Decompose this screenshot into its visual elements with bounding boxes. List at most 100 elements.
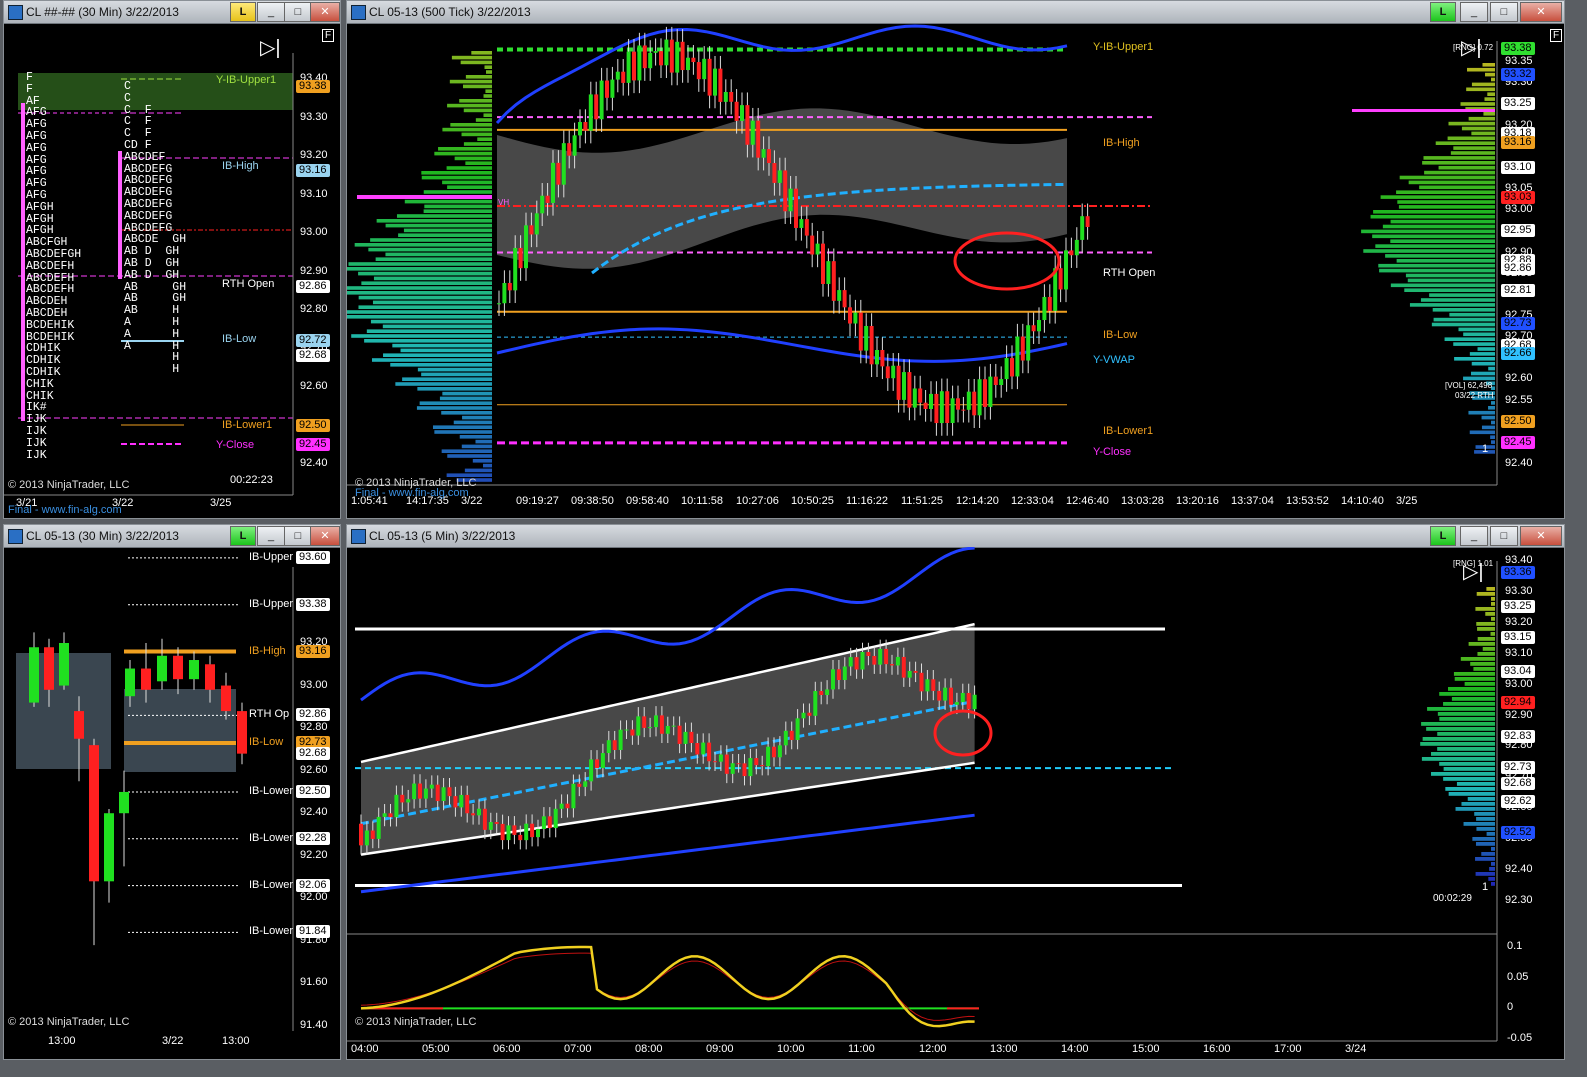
five-min-chart-panel[interactable]: [RNG] 1.01 ▷| 1 00:02:29 93.40 93.30 93.20… — [347, 547, 1564, 1059]
candle-body — [447, 787, 452, 797]
volume-profile-bar — [1373, 210, 1495, 214]
volume-profile-bar — [1491, 847, 1495, 851]
candle-body — [583, 781, 588, 787]
candle-body — [157, 655, 167, 682]
f-badge[interactable]: F — [1550, 29, 1563, 42]
play-to-end-icon[interactable]: ▷| — [260, 35, 281, 60]
label-y-close: Y-Close — [1093, 446, 1132, 458]
titlebar[interactable]: CL 05-13 (5 Min) 3/22/2013 L _ □ ✕ — [347, 525, 1564, 548]
candle-body — [783, 730, 788, 746]
candle-body — [723, 91, 728, 102]
candle-body — [502, 283, 507, 304]
price-flag: 92.73 — [1501, 317, 1535, 331]
minimize-button[interactable]: _ — [1460, 2, 1488, 22]
window-title: CL 05-13 (5 Min) 3/22/2013 — [369, 529, 516, 543]
candle-body — [966, 391, 971, 410]
titlebar[interactable]: CL 05-13 (30 Min) 3/22/2013 L _ □ ✕ — [4, 525, 340, 548]
close-button[interactable]: ✕ — [310, 526, 340, 546]
candle-body — [931, 679, 936, 691]
candle-body — [388, 813, 393, 818]
maximize-button[interactable]: □ — [1490, 526, 1518, 546]
minimize-button[interactable]: _ — [1460, 526, 1488, 546]
price-flag: 93.16 — [1501, 135, 1535, 149]
minimize-button[interactable]: _ — [257, 526, 285, 546]
play-to-end-icon[interactable]: ▷| — [1461, 35, 1482, 60]
maximize-button[interactable]: □ — [284, 526, 312, 546]
volume-profile-bar — [1491, 862, 1495, 866]
volume-profile-bar — [372, 300, 492, 305]
window-30min[interactable]: CL 05-13 (30 Min) 3/22/2013 L _ □ ✕ IB-U… — [3, 524, 341, 1060]
titlebar[interactable]: CL 05-13 (500 Tick) 3/22/2013 L _ □ ✕ — [347, 1, 1564, 24]
candle-body — [999, 379, 1004, 386]
volume-profile-bar — [1397, 200, 1495, 204]
time-axis-label: 09:00 — [706, 1043, 734, 1055]
maximize-button[interactable]: □ — [284, 2, 312, 22]
candle-body — [1042, 296, 1047, 321]
window-500tick[interactable]: CL 05-13 (500 Tick) 3/22/2013 L _ □ ✕ Y-… — [346, 0, 1565, 519]
candle-body — [551, 162, 555, 203]
price-flag: 92.83 — [1501, 730, 1535, 744]
titlebar[interactable]: CL ##-## (30 Min) 3/22/2013 L _ □ ✕ — [4, 1, 340, 24]
window-5min[interactable]: CL 05-13 (5 Min) 3/22/2013 L _ □ ✕ [RNG]… — [346, 524, 1565, 1060]
label-y-close: Y-Close — [216, 439, 255, 451]
candle-body — [615, 71, 620, 80]
volume-profile-bar — [434, 151, 492, 156]
candle-body — [173, 655, 183, 680]
branding-link[interactable]: Final - www.fin-alg.com — [8, 504, 122, 516]
branding-link[interactable]: Final - www.fin-alg.com — [355, 487, 469, 499]
time-axis-label: 08:00 — [635, 1043, 663, 1055]
ib-range-box — [124, 689, 236, 772]
play-to-end-icon[interactable]: ▷| — [1463, 559, 1484, 584]
candle-body — [659, 51, 663, 66]
axis-tick-label: 92.60 — [300, 763, 328, 776]
volume-profile-bar — [398, 233, 492, 237]
maximize-button[interactable]: □ — [1490, 2, 1518, 22]
volume-profile-bar — [459, 99, 492, 103]
close-button[interactable]: ✕ — [310, 2, 340, 22]
f-badge[interactable]: F — [322, 29, 335, 42]
volume-profile-bar — [461, 444, 492, 449]
candle-body — [221, 685, 231, 712]
tick-chart-panel[interactable]: Y-IB-Upper1 IB-High RTH Open IB-Low Y-VW… — [347, 23, 1564, 518]
volume-profile-bar — [450, 123, 492, 127]
label-ib-high: IB-High — [222, 160, 259, 172]
link-button[interactable]: L — [1430, 2, 1456, 22]
app-icon — [351, 529, 366, 544]
candle-body — [696, 62, 701, 80]
candle-body — [141, 668, 151, 690]
price-flag: 92.28 — [296, 831, 330, 845]
candle-body — [831, 669, 835, 690]
candle-body — [524, 225, 528, 269]
candle-body — [810, 235, 815, 255]
close-button[interactable]: ✕ — [1520, 2, 1562, 22]
candle-body — [993, 376, 998, 386]
candle-body — [896, 365, 901, 400]
candle-body — [912, 388, 917, 408]
close-button[interactable]: ✕ — [1520, 526, 1562, 546]
link-button[interactable]: L — [1430, 526, 1456, 546]
candle-body — [626, 51, 631, 83]
axis-tick-label: 92.20 — [300, 848, 328, 861]
volume-profile-bar — [421, 171, 492, 175]
candle-body — [482, 808, 487, 830]
volume-profile-bar — [472, 459, 492, 463]
volume-profile-bar — [1456, 782, 1495, 786]
candle-chart-panel[interactable]: IB-UpperIB-UpperIB-UpperIB-HighRTH OpIB-… — [4, 547, 340, 1059]
bar-count: 1 — [1482, 443, 1489, 455]
volume-profile-bar — [1485, 72, 1495, 77]
volume-profile-bar — [392, 343, 492, 348]
tpo-chart-panel[interactable]: F F AF AFG AFG AFG AFG AFG AFG AFG AFG A… — [4, 23, 340, 518]
axis-tick-label: 93.10 — [300, 187, 328, 200]
axis-tick-label: 92.40 — [300, 806, 328, 819]
minimize-button[interactable]: _ — [257, 2, 285, 22]
candle-body — [736, 763, 741, 765]
volume-profile-bar — [347, 267, 492, 271]
link-button[interactable]: L — [230, 2, 256, 22]
candle-body — [872, 655, 877, 665]
x-axis-label: 13:00 — [222, 1035, 250, 1047]
window-tpo-30min[interactable]: CL ##-## (30 Min) 3/22/2013 L _ □ ✕ F F … — [3, 0, 341, 519]
candle-body — [907, 372, 912, 408]
link-button[interactable]: L — [230, 526, 256, 546]
volume-profile-bar — [438, 147, 492, 151]
candle-body — [534, 213, 539, 235]
